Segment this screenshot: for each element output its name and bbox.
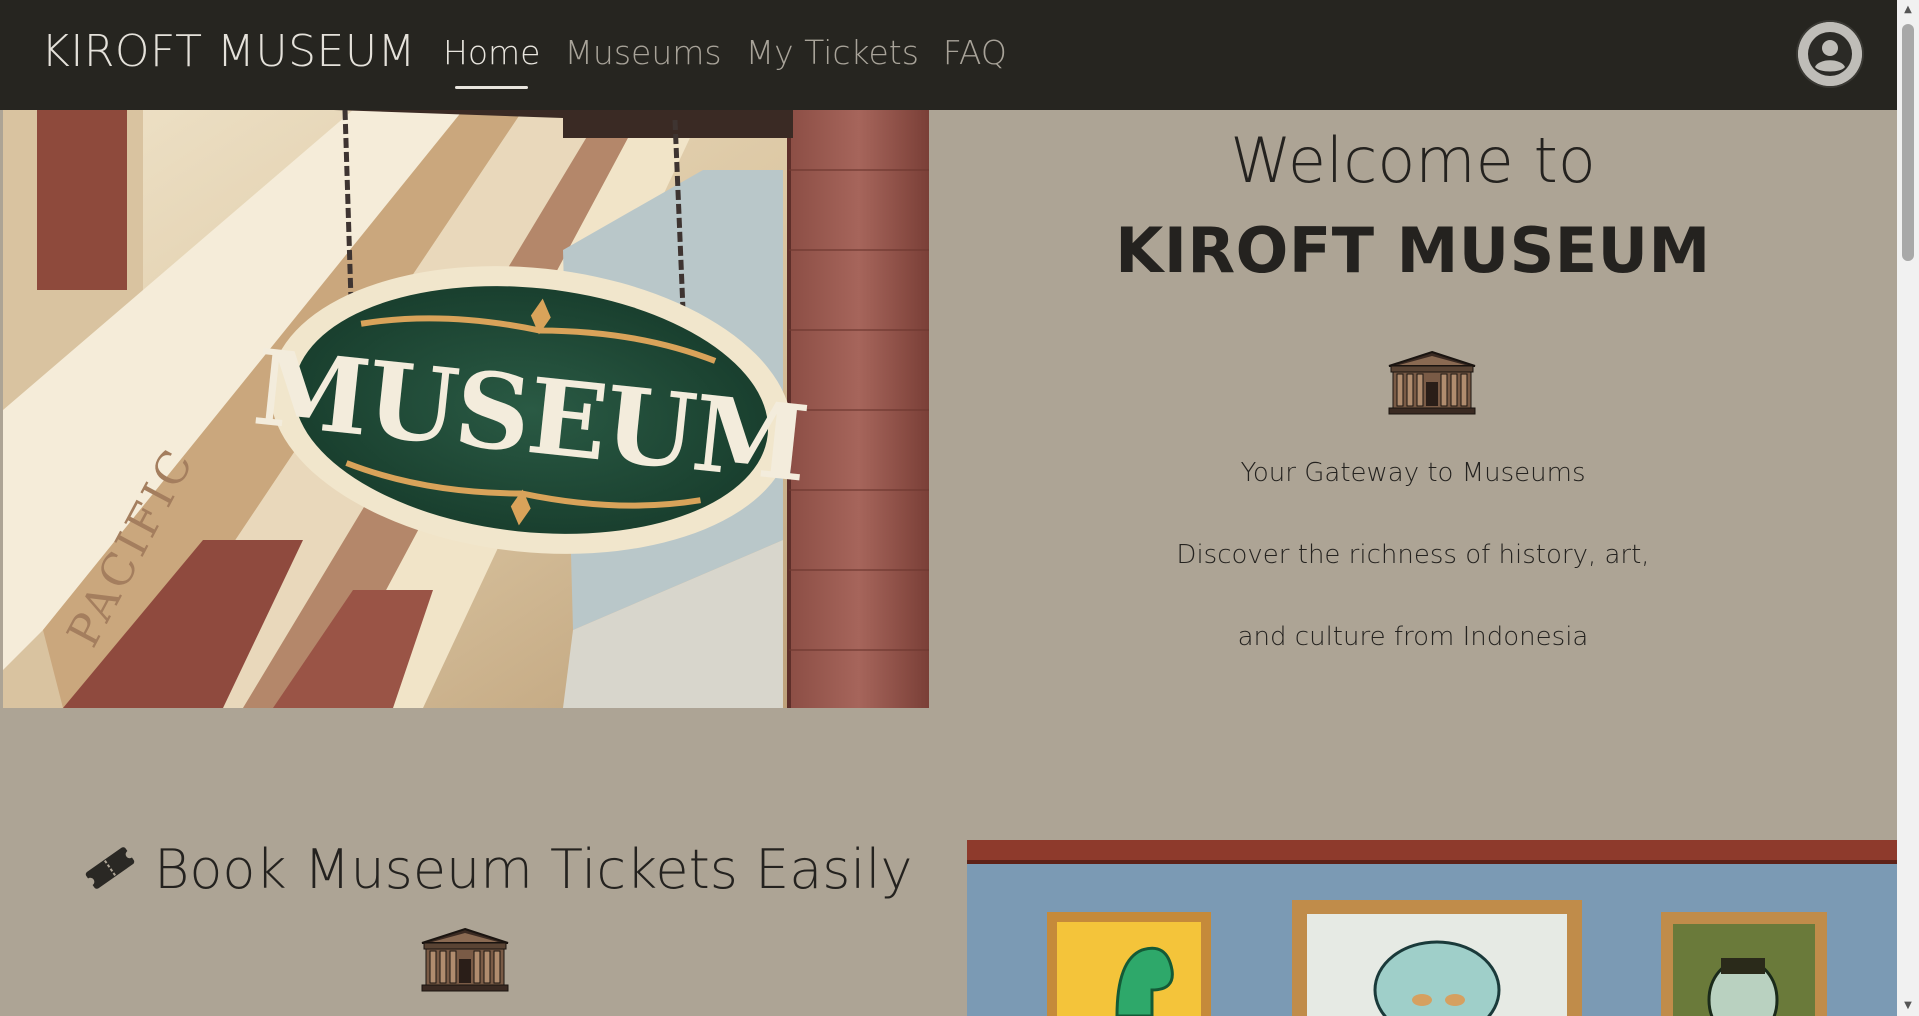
scroll-up-arrow-icon[interactable]: ▲ [1897,0,1919,20]
gallery-paintings-photo [967,840,1897,1016]
vertical-scrollbar[interactable]: ▲ ▼ [1897,0,1919,1016]
welcome-tagline: Your Gateway to Museums [1240,458,1586,488]
nav-link-museums[interactable]: Museums [564,33,721,73]
brand-logo[interactable]: KIROFT MUSEUM [41,26,416,77]
welcome-description-line2: and culture from Indonesia [1237,622,1589,652]
nav-link-my-tickets[interactable]: My Tickets [746,33,919,73]
museum-building-icon [1387,350,1477,420]
book-title: Book Museum Tickets Easily [154,838,913,901]
ticket-icon [82,846,138,894]
nav-link-home[interactable]: Home [443,33,540,89]
user-avatar-icon[interactable] [1798,22,1862,86]
welcome-brand-heading: KIROFT MUSEUM [1115,214,1711,287]
nav-link-faq[interactable]: FAQ [943,33,1007,73]
welcome-description-line1: Discover the richness of history, art, [1176,540,1650,570]
scrollbar-thumb[interactable] [1902,24,1914,261]
museum-sign-photo: PACIFIC MUSEUM [3,110,929,708]
scroll-down-arrow-icon[interactable]: ▼ [1897,996,1919,1016]
nav-links: Home Museums My Tickets FAQ [443,33,1007,89]
page: KIROFT MUSEUM Home Museums My Tickets FA… [0,0,1919,1016]
book-section-heading: Book Museum Tickets Easily [82,838,912,901]
welcome-heading: Welcome to [1230,124,1596,197]
navbar: KIROFT MUSEUM Home Museums My Tickets FA… [0,0,1897,110]
museum-building-icon [420,927,510,997]
